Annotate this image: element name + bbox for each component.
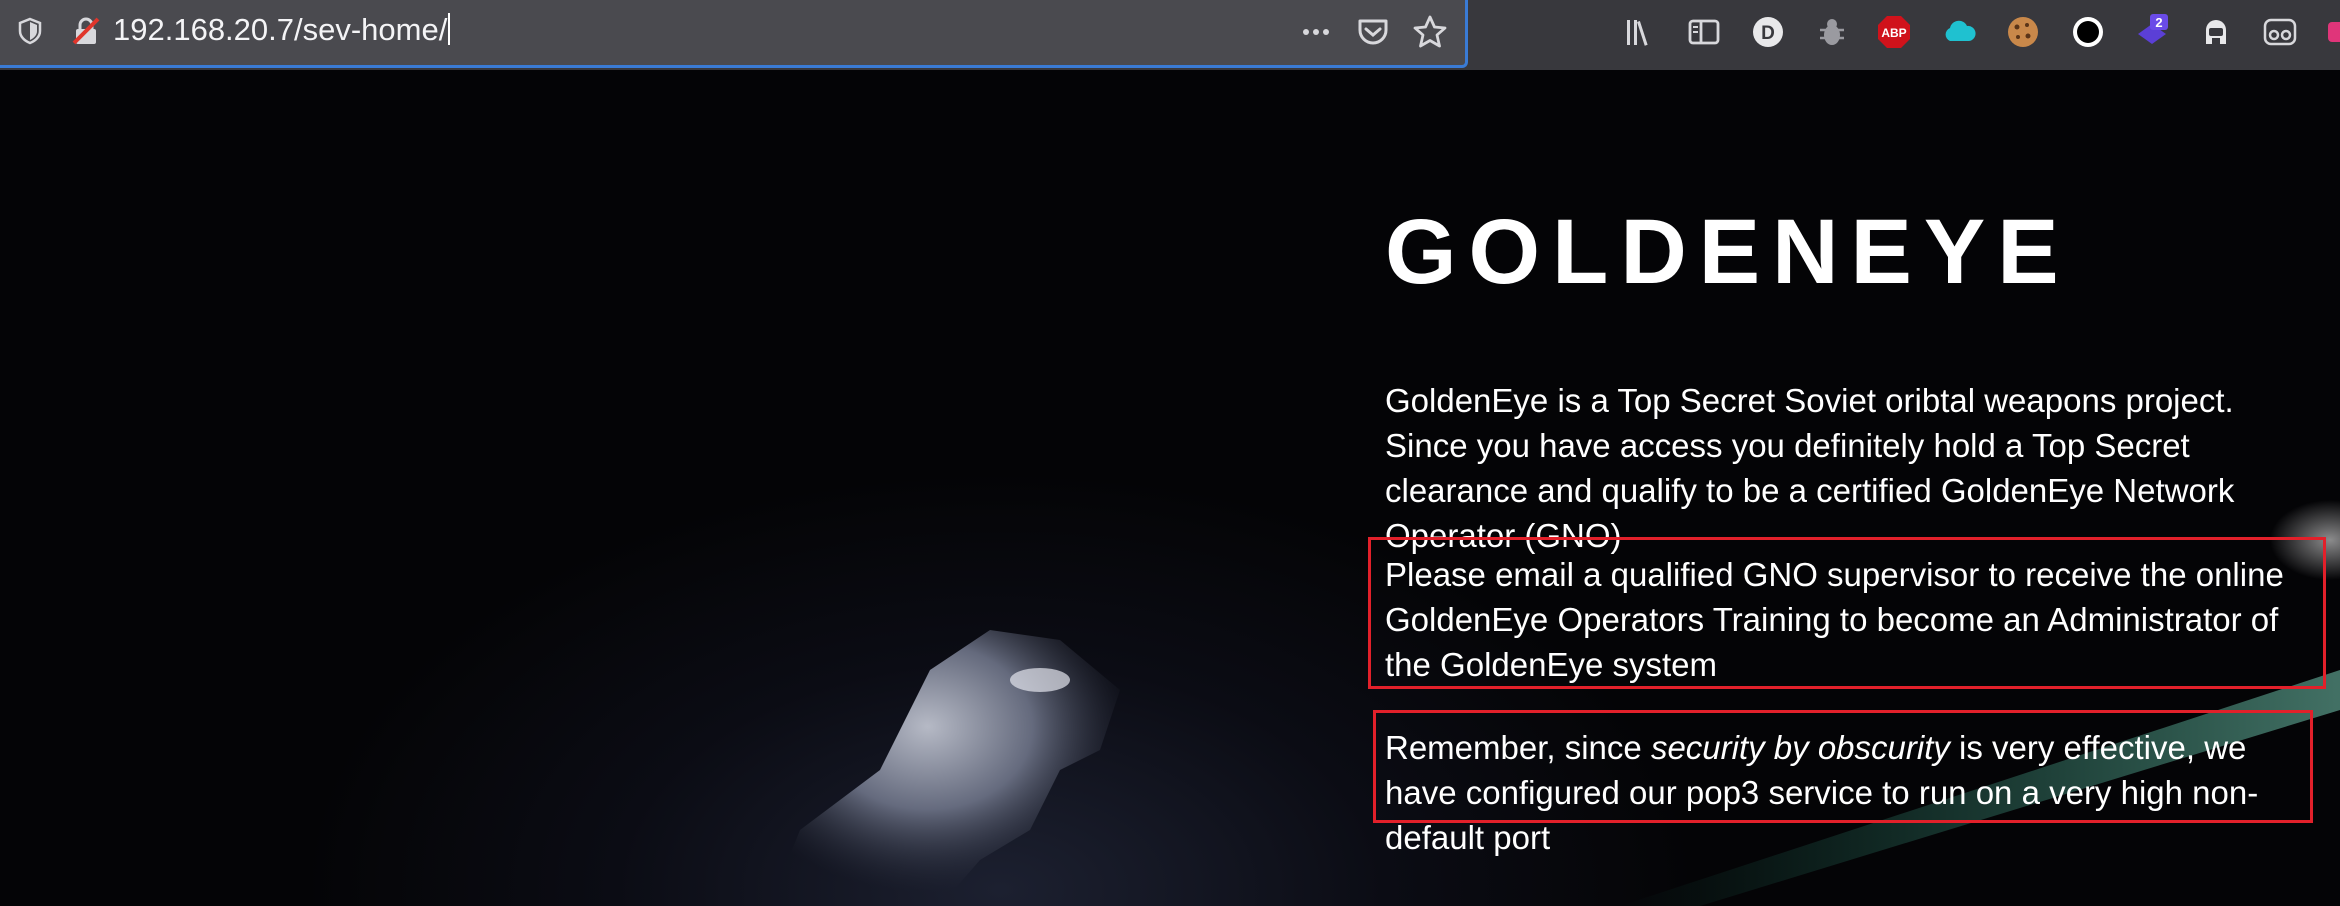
library-icon[interactable] (1622, 14, 1658, 50)
pop3-notice-text-start: Remember, since (1385, 729, 1651, 766)
url-input[interactable]: 192.168.20.7/sev-home/ (113, 12, 451, 48)
shield-icon[interactable] (14, 15, 46, 47)
text-caret (448, 13, 451, 45)
cloud-extension-icon[interactable] (1941, 14, 1977, 50)
cookie-extension-icon[interactable] (2005, 14, 2041, 50)
overflow-extension-icon[interactable] (2326, 14, 2340, 50)
more-icon[interactable] (1298, 14, 1334, 50)
pop3-notice-paragraph: Remember, since security by obscurity is… (1385, 725, 2315, 860)
insecure-lock-icon[interactable] (70, 15, 102, 47)
pocket-icon[interactable] (1355, 14, 1391, 50)
circle-extension-icon[interactable] (2070, 14, 2106, 50)
d-badge-text: D (1761, 23, 1775, 44)
browser-toolbar: 192.168.20.7/sev-home/ D ABP 2 (0, 0, 2340, 70)
bug-extension-icon[interactable] (1814, 14, 1850, 50)
pop3-notice-emphasis: security by obscurity (1650, 729, 1950, 766)
page-content: GOLDENEYE GoldenEye is a Top Secret Sovi… (0, 70, 2340, 906)
glasses-extension-icon[interactable] (2262, 14, 2298, 50)
robot-extension-icon[interactable] (2198, 14, 2234, 50)
email-instructions-paragraph: Please email a qualified GNO supervisor … (1385, 556, 2284, 683)
sidebar-icon[interactable] (1686, 14, 1722, 50)
extension-count-badge: 2 (2155, 15, 2162, 30)
page-title: GOLDENEYE (1385, 201, 2071, 303)
abp-label: ABP (1881, 26, 1906, 40)
address-bar[interactable]: 192.168.20.7/sev-home/ (0, 0, 1468, 68)
intro-paragraph: GoldenEye is a Top Secret Soviet oribtal… (1385, 382, 2235, 554)
badge-extension-icon[interactable]: 2 (2134, 14, 2170, 50)
star-icon[interactable] (1412, 14, 1448, 50)
d-extension-icon[interactable]: D (1750, 14, 1786, 50)
adblock-extension-icon[interactable]: ABP (1876, 14, 1912, 50)
